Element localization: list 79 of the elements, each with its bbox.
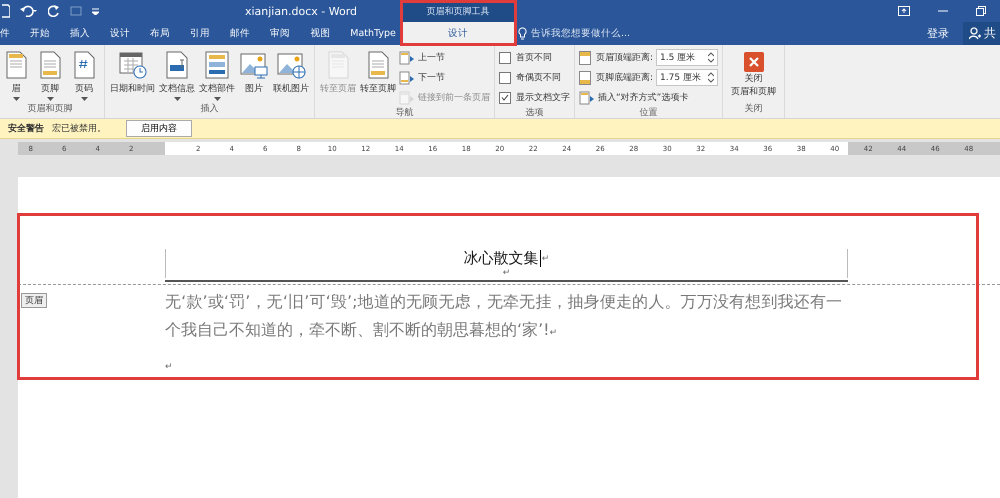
ribbon-button[interactable]: 文档信息 <box>158 49 196 102</box>
person-icon <box>969 27 981 40</box>
checkbox[interactable] <box>499 92 511 104</box>
page-arrow-icon <box>399 50 415 66</box>
ribbon-button[interactable]: 上一节 <box>399 49 490 66</box>
checkbox-label: 首页不同 <box>516 52 552 64</box>
ribbon-tab[interactable]: 引用 <box>186 22 214 45</box>
ribbon-tab[interactable]: 设计 <box>402 22 514 45</box>
calendar-clock-icon <box>118 50 148 80</box>
ribbon-button[interactable]: 联机图片 <box>272 49 310 96</box>
ribbon-tab[interactable]: 设计 <box>106 22 134 45</box>
lightbulb-icon <box>518 27 527 40</box>
text-cursor <box>540 250 541 267</box>
redo-icon[interactable] <box>48 5 60 17</box>
ribbon-tab[interactable]: 件 <box>0 22 14 45</box>
share-button[interactable]: 共 <box>963 22 1000 45</box>
paragraph-mark: ↵ <box>542 254 550 264</box>
close-icon <box>744 52 764 72</box>
header-tag: 页眉 <box>21 293 47 308</box>
ribbon-tab[interactable]: 审阅 <box>266 22 294 45</box>
ribbon-button[interactable]: 眉 <box>0 49 32 102</box>
ribbon-button[interactable]: 插入“对齐方式”选项卡 <box>579 89 718 106</box>
ribbon-tab[interactable]: 开始 <box>26 22 54 45</box>
spinner-field[interactable]: 1.5 厘米 <box>656 49 718 66</box>
close-header-footer-button[interactable]: 关闭 页眉和页脚 <box>727 49 780 101</box>
paragraph-mark: ↵ <box>502 268 510 278</box>
spinner-label: 页眉顶端距离: <box>596 52 654 64</box>
ribbon-display-icon[interactable] <box>898 6 910 16</box>
spinner-field[interactable]: 1.75 厘米 <box>656 69 718 86</box>
group-label: 位置 <box>638 106 659 120</box>
sign-in-link[interactable]: 登录 <box>921 25 955 42</box>
ribbon-tab[interactable]: 邮件 <box>226 22 254 45</box>
caret-icon <box>174 97 180 101</box>
footer-position-icon <box>579 70 593 84</box>
group-label: 插入 <box>200 102 220 116</box>
ribbon-button[interactable]: 文档部件 <box>198 49 236 102</box>
checkbox[interactable] <box>499 72 511 84</box>
group-label: 关闭 <box>744 102 764 116</box>
ribbon-button[interactable]: 页脚 <box>34 49 66 102</box>
ribbon-tab[interactable]: 视图 <box>306 22 334 45</box>
link-icon <box>399 90 415 106</box>
group-label: 页眉和页脚 <box>26 102 74 116</box>
checkbox-label: 奇偶页不同 <box>516 72 561 84</box>
group-label: 导航 <box>394 106 414 120</box>
ribbon-tab[interactable]: MathType <box>346 22 400 45</box>
checkbox[interactable] <box>499 52 511 64</box>
minimize-icon[interactable] <box>938 10 948 12</box>
group-label: 选项 <box>524 106 544 120</box>
caret-icon <box>12 97 20 101</box>
caret-icon <box>46 97 54 101</box>
screen-icon[interactable] <box>70 6 82 16</box>
undo-icon[interactable] <box>20 5 38 17</box>
spin-arrows-icon[interactable] <box>708 52 714 63</box>
ribbon-button[interactable]: 转至页脚 <box>359 49 397 96</box>
caret-icon <box>214 97 220 101</box>
insert-tab-icon <box>579 90 595 106</box>
body-paragraph: 无‘款’或‘罚’，无‘旧’可‘毁’;地道的无顾无虑，无牵无挂，抽身便走的人。万万没有想到我还有一个我自己不知道的，牵不断、割不断的朝思暮想的‘家’!↵ <box>165 291 842 341</box>
security-warning-title: 安全警告 <box>8 122 44 135</box>
ribbon-tab[interactable]: 布局 <box>146 22 174 45</box>
tell-me-field[interactable]: 告诉我您想要做什么... <box>518 22 921 45</box>
ribbon-button[interactable]: 日期和时间 <box>109 49 156 96</box>
ribbon-button[interactable]: 页码 <box>68 49 100 102</box>
window-title: xianjian.docx - Word <box>244 4 358 18</box>
checkbox-label: 显示文档文字 <box>516 92 570 104</box>
customize-icon[interactable] <box>92 7 99 15</box>
ribbon-button[interactable]: 图片 <box>238 49 270 96</box>
spinner-label: 页脚底端距离: <box>596 72 654 84</box>
save-icon[interactable] <box>2 4 10 18</box>
ribbon-button[interactable]: 下一节 <box>399 69 490 86</box>
caret-icon <box>80 97 88 101</box>
header-title: 冰心散文集 <box>464 249 539 268</box>
enable-content-button[interactable]: 启用内容 <box>126 120 192 137</box>
header-position-icon <box>579 50 593 64</box>
ribbon-tab[interactable]: 插入 <box>66 22 94 45</box>
security-warning-message: 宏已被禁用。 <box>52 122 106 135</box>
paragraph-mark: ↵ <box>165 362 173 372</box>
page-arrow-icon <box>399 70 415 86</box>
spin-arrows-icon[interactable] <box>708 72 714 83</box>
restore-icon[interactable] <box>976 6 986 16</box>
